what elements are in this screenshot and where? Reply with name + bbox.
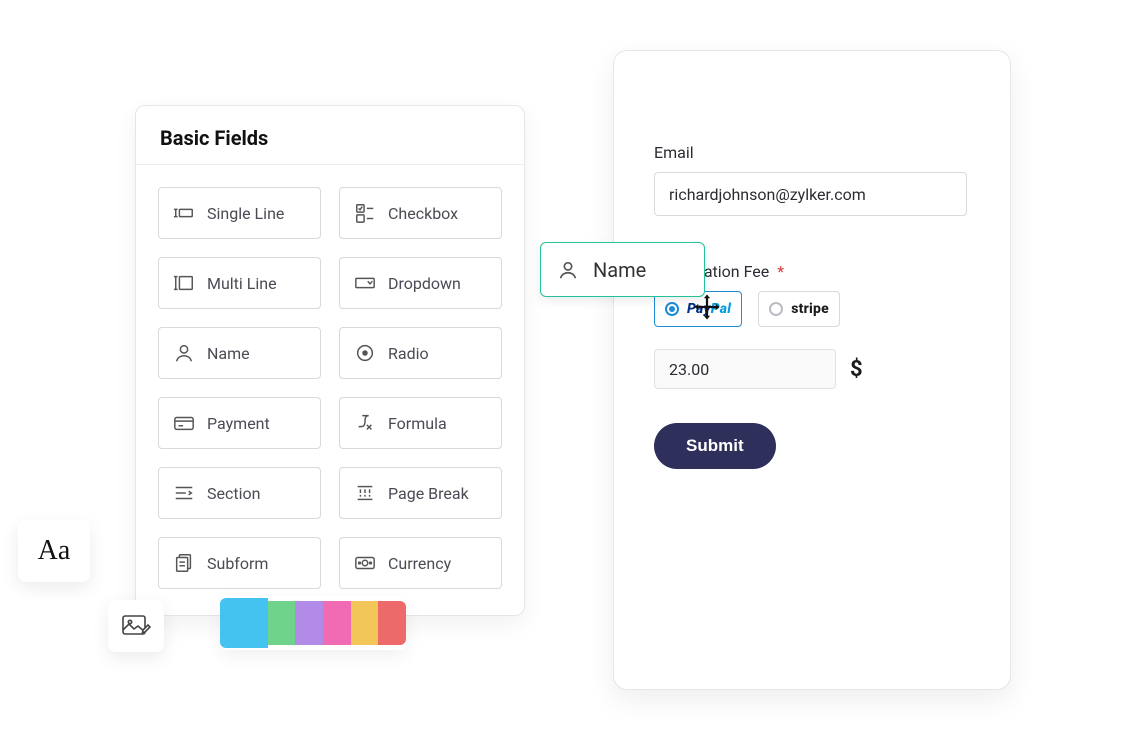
- font-tool[interactable]: Aa: [18, 520, 90, 582]
- subform-icon: [173, 552, 195, 574]
- section-icon: [173, 482, 195, 504]
- field-label: Section: [207, 484, 260, 503]
- image-tool[interactable]: [108, 600, 164, 652]
- color-swatch[interactable]: [378, 601, 406, 645]
- basic-fields-title: Basic Fields: [136, 106, 524, 165]
- field-formula[interactable]: Formula: [339, 397, 502, 449]
- field-label: Checkbox: [388, 204, 458, 223]
- email-field[interactable]: richardjohnson@zylker.com: [654, 172, 967, 216]
- formula-icon: [354, 412, 376, 434]
- field-label: Page Break: [388, 484, 469, 503]
- field-page-break[interactable]: Page Break: [339, 467, 502, 519]
- color-swatch[interactable]: [220, 598, 268, 648]
- required-asterisk: *: [777, 262, 784, 281]
- field-multi-line[interactable]: Multi Line: [158, 257, 321, 309]
- radio-checked-icon: [665, 302, 679, 316]
- stripe-logo: stripe: [791, 301, 829, 317]
- field-label: Currency: [388, 554, 451, 573]
- dragging-name-field[interactable]: Name: [540, 242, 705, 297]
- checkbox-icon: [354, 202, 376, 224]
- basic-fields-grid: Single Line Checkbox Multi Line Dropdown: [136, 165, 524, 615]
- radio-unchecked-icon: [769, 302, 783, 316]
- field-label: Multi Line: [207, 274, 277, 293]
- person-icon: [173, 342, 195, 364]
- color-swatch[interactable]: [323, 601, 351, 645]
- field-label: Formula: [388, 414, 447, 433]
- field-currency[interactable]: Currency: [339, 537, 502, 589]
- field-label: Payment: [207, 414, 270, 433]
- field-label: Single Line: [207, 204, 284, 223]
- color-swatch[interactable]: [295, 601, 323, 645]
- field-label: Radio: [388, 344, 429, 363]
- field-single-line[interactable]: Single Line: [158, 187, 321, 239]
- person-icon: [557, 259, 579, 281]
- multi-line-icon: [173, 272, 195, 294]
- field-radio[interactable]: Radio: [339, 327, 502, 379]
- single-line-icon: [173, 202, 195, 224]
- radio-icon: [354, 342, 376, 364]
- field-label: Dropdown: [388, 274, 461, 293]
- move-cursor-icon: [692, 292, 722, 322]
- color-swatch[interactable]: [351, 601, 379, 645]
- field-name[interactable]: Name: [158, 327, 321, 379]
- payment-option-stripe[interactable]: stripe: [758, 291, 840, 327]
- field-payment[interactable]: Payment: [158, 397, 321, 449]
- amount-field[interactable]: 23.00: [654, 349, 836, 389]
- email-value: richardjohnson@zylker.com: [669, 185, 866, 204]
- submit-label: Submit: [686, 436, 744, 455]
- credit-card-icon: [173, 412, 195, 434]
- field-label: Subform: [207, 554, 268, 573]
- form-preview: Email richardjohnson@zylker.com Registra…: [613, 50, 1011, 690]
- field-label: Name: [207, 344, 250, 363]
- currency-symbol: $: [850, 357, 863, 382]
- page-break-icon: [354, 482, 376, 504]
- amount-value: 23.00: [669, 360, 709, 379]
- currency-icon: [354, 552, 376, 574]
- aa-text-icon: Aa: [38, 535, 71, 567]
- field-subform[interactable]: Subform: [158, 537, 321, 589]
- drag-label: Name: [593, 258, 646, 282]
- color-swatch[interactable]: [268, 601, 296, 645]
- color-palette[interactable]: [220, 596, 406, 650]
- amount-row: 23.00 $: [654, 349, 970, 389]
- image-edit-icon: [121, 614, 151, 638]
- field-dropdown[interactable]: Dropdown: [339, 257, 502, 309]
- dropdown-icon: [354, 272, 376, 294]
- submit-button[interactable]: Submit: [654, 423, 776, 469]
- email-label: Email: [654, 143, 970, 162]
- field-section[interactable]: Section: [158, 467, 321, 519]
- field-checkbox[interactable]: Checkbox: [339, 187, 502, 239]
- basic-fields-panel: Basic Fields Single Line Checkbox Multi …: [135, 105, 525, 616]
